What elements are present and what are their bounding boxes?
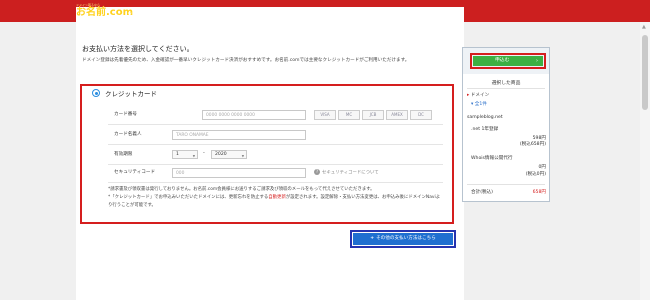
card-number-label: カード番号 — [114, 112, 137, 117]
visa-brand-icon: VISA — [314, 110, 336, 120]
selected-items-title: 選択した商品 — [491, 81, 521, 86]
credit-card-radio[interactable] — [92, 89, 100, 97]
credit-card-title[interactable]: クレジットカード — [105, 88, 157, 98]
card-number-input[interactable]: 0000 0000 0000 0000 — [202, 110, 306, 120]
page-title: お支払い方法を選択してください。 — [82, 45, 194, 53]
domain-section-label: ▸ ドメイン — [467, 93, 490, 98]
card-name-row: カード名義人 TARO ONAMAE — [108, 125, 443, 145]
question-icon: ? — [314, 169, 320, 175]
expiry-label: 有効期限 — [114, 152, 133, 157]
chevron-down-icon: ▼ — [192, 154, 195, 158]
sidebar-divider — [467, 88, 545, 89]
apply-button[interactable]: 申込む › — [473, 56, 543, 66]
card-name-label: カード名義人 — [114, 132, 142, 137]
payment-description: ドメイン登録は先着優先のため、入金確認が一番早いクレジットカード決済がおすすめで… — [82, 58, 410, 63]
security-code-label: セキュリティコード — [114, 170, 156, 175]
other-payment-button[interactable]: + その他の支払い方法はこちら — [353, 233, 453, 245]
plan-price-tax: (税込658円) — [519, 142, 546, 147]
apply-label: 申込む — [495, 58, 510, 63]
whois-price-tax: (税込0円) — [525, 172, 546, 177]
plan-label: .net 1年登録 — [471, 127, 499, 132]
expiry-year-select[interactable]: 2020 ▼ — [211, 150, 247, 159]
jcb-brand-icon: JCB — [362, 110, 384, 120]
domain-name: sampleblog.net — [467, 115, 503, 120]
note-invoice: *請求書及び領収書は発行しておりません。お名前.com会員様にお送りするご請求及… — [108, 187, 375, 192]
card-number-row: カード番号 0000 0000 0000 0000 VISA MC JCB AM… — [108, 105, 443, 125]
amex-brand-icon: AMEX — [386, 110, 408, 120]
sidebar-divider — [467, 184, 545, 185]
diners-brand-icon: DC — [410, 110, 432, 120]
security-code-help-text: セキュリティコードについて — [322, 170, 379, 176]
triangle-marker-icon: ▸ — [467, 93, 470, 98]
chevron-down-icon: ▾ — [471, 102, 474, 107]
logo-sub: by GMO — [128, 11, 140, 15]
note-auto-renew: *「クレジットカード」でお申込みいただいたドメインには、更新忘れを防止する自動更… — [108, 195, 441, 208]
mastercard-brand-icon: MC — [338, 110, 360, 120]
security-code-row: セキュリティコード 000 ? セキュリティコードについて — [108, 163, 443, 183]
chevron-right-icon: › — [536, 58, 538, 64]
card-name-input[interactable]: TARO ONAMAE — [172, 130, 306, 140]
security-code-help-link[interactable]: ? セキュリティコードについて — [314, 169, 379, 176]
scrollbar-thumb[interactable] — [642, 35, 648, 110]
plus-icon: + — [370, 236, 375, 241]
auto-renew-link[interactable]: 自動更新 — [268, 195, 286, 200]
whois-price: 0円 — [538, 165, 546, 170]
security-code-input[interactable]: 000 — [172, 168, 306, 178]
domain-count-toggle[interactable]: ▾ 全1件 — [471, 101, 487, 107]
onamae-logo[interactable]: ドメイン取るなら お名前.com by GMO — [76, 3, 464, 285]
payment-notes: *請求書及び領収書は発行しておりません。お名前.com会員様にお送りするご請求及… — [108, 186, 444, 210]
expiry-month-select[interactable]: 1 ▼ — [172, 150, 198, 159]
expiry-year-value: 2020 — [215, 152, 227, 157]
expiry-separator: - — [203, 150, 205, 156]
total-value: 658円 — [532, 190, 546, 195]
expiry-month-value: 1 — [176, 152, 179, 157]
total-label: 合計(税込) — [471, 190, 493, 195]
scroll-up-icon[interactable]: ▲ — [642, 24, 646, 30]
expiry-row: 有効期限 1 ▼ - 2020 ▼ — [108, 145, 443, 165]
whois-label: Whois情報公開代行 — [471, 156, 513, 161]
chevron-down-icon: ▼ — [241, 154, 244, 158]
other-payment-label: その他の支払い方法はこちら — [376, 236, 436, 241]
